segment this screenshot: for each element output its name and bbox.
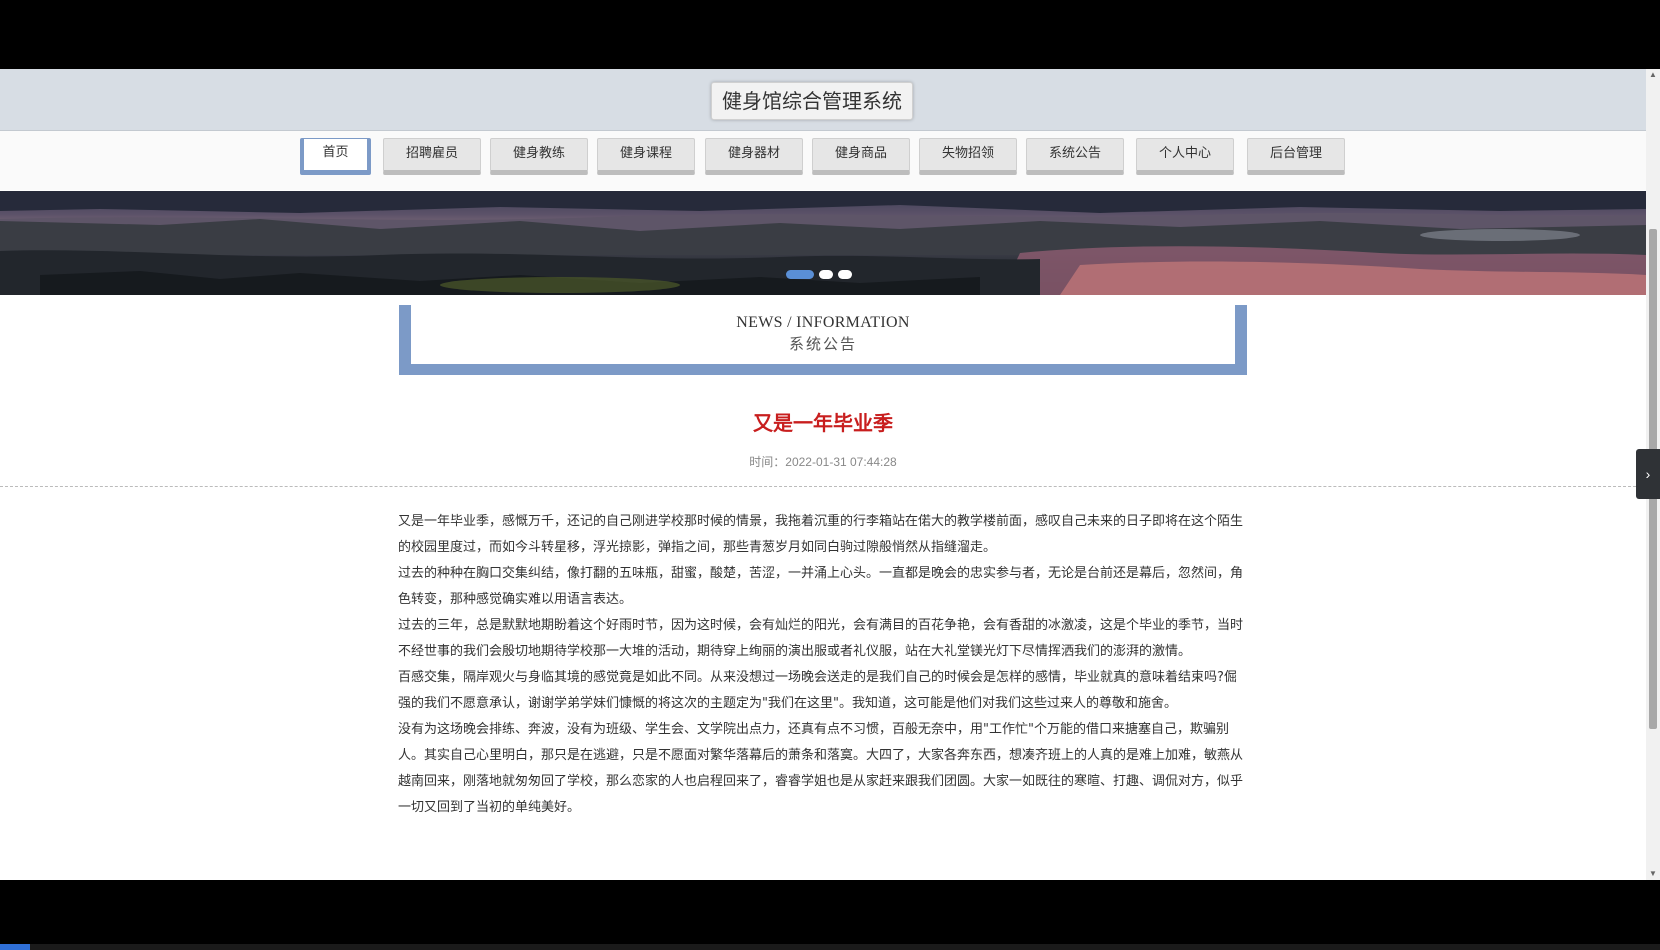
carousel-dot-2[interactable]	[819, 270, 833, 279]
carousel-dot-3[interactable]	[838, 270, 852, 279]
article-paragraph: 过去的三年，总是默默地期盼着这个好雨时节，因为这时候，会有灿烂的阳光，会有满目的…	[398, 618, 1244, 659]
progress-fill	[0, 944, 30, 950]
nav-equipment[interactable]: 健身器材	[705, 138, 803, 175]
scroll-down-icon[interactable]: ▼	[1646, 868, 1660, 880]
section-title-cn: 系统公告	[788, 335, 857, 353]
nav-courses[interactable]: 健身课程	[597, 138, 695, 175]
nav-lost-found[interactable]: 失物招领	[919, 138, 1017, 175]
nav-admin[interactable]: 后台管理	[1247, 138, 1345, 175]
article-paragraph: 没有为这场晚会排练、奔波，没有为班级、学生会、文学院出点力，还真有点不习惯，百般…	[398, 722, 1244, 815]
carousel-dot-1[interactable]	[786, 270, 814, 279]
browser-viewport: 健身馆综合管理系统 首页 招聘雇员 健身教练 健身课程 健身器材 健身商品 失物…	[0, 69, 1646, 880]
article-paragraph: 过去的种种在胸口交集纠结，像打翻的五味瓶，甜蜜，酸楚，苦涩，一并涌上心头。一直都…	[398, 566, 1244, 607]
scroll-up-icon[interactable]: ▲	[1646, 69, 1660, 81]
nav-coaches[interactable]: 健身教练	[490, 138, 588, 175]
main-nav: 首页 招聘雇员 健身教练 健身课程 健身器材 健身商品 失物招领 系统公告 个人…	[0, 131, 1646, 190]
divider	[0, 486, 1646, 487]
article-time: 时间：2022-01-31 07:44:28	[749, 455, 897, 469]
site-header: 健身馆综合管理系统	[0, 69, 1646, 131]
article-title: 又是一年毕业季	[753, 411, 893, 435]
article-paragraph: 又是一年毕业季，感慨万千，还记的自己刚进学校那时候的情景，我拖着沉重的行李箱站在…	[398, 514, 1244, 555]
nav-home[interactable]: 首页	[300, 138, 371, 175]
site-title: 健身馆综合管理系统	[711, 82, 913, 120]
banner-image	[0, 191, 1646, 295]
nav-recruit[interactable]: 招聘雇员	[383, 138, 481, 175]
progress-indicator	[0, 944, 1660, 950]
chevron-right-icon[interactable]: ›	[1636, 449, 1660, 499]
section-heading: NEWS / INFORMATION 系统公告	[399, 305, 1247, 375]
article-body: 又是一年毕业季，感慨万千，还记的自己刚进学校那时候的情景，我拖着沉重的行李箱站在…	[398, 509, 1248, 821]
article-paragraph: 百感交集，隔岸观火与身临其境的感觉竟是如此不同。从来没想过一场晚会送走的是我们自…	[398, 670, 1237, 711]
nav-profile[interactable]: 个人中心	[1136, 138, 1234, 175]
nav-products[interactable]: 健身商品	[812, 138, 910, 175]
nav-announcements[interactable]: 系统公告	[1026, 138, 1124, 175]
carousel-banner[interactable]	[0, 191, 1646, 295]
section-title-en: NEWS / INFORMATION	[736, 314, 910, 331]
